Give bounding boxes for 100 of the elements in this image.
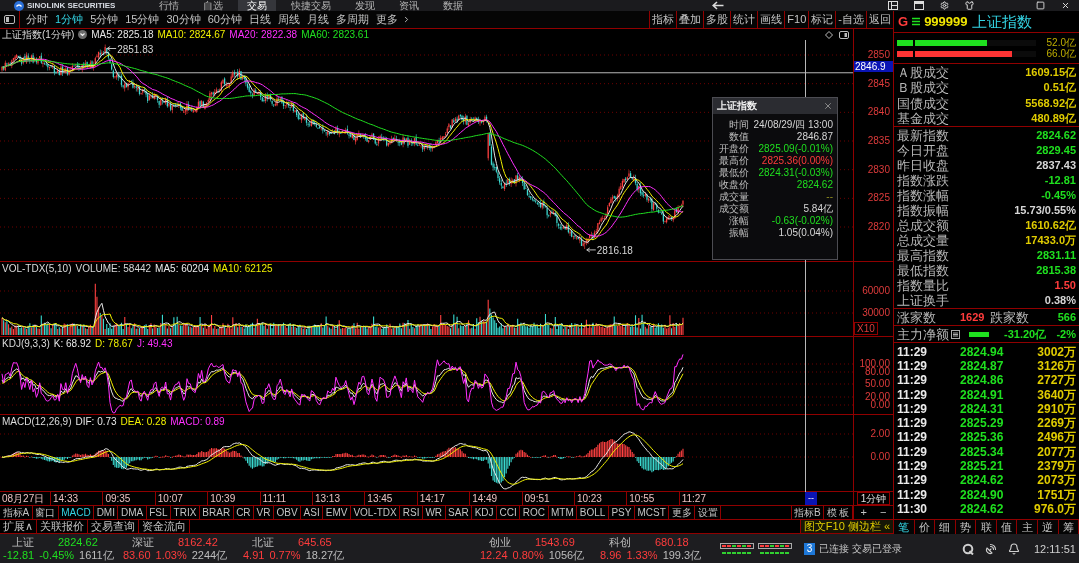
period-tab[interactable]: 更多 [373,12,401,27]
zoom-button[interactable]: + [857,506,870,519]
indicator-tab[interactable]: DMA [118,506,147,519]
menu-tab[interactable]: 资讯 [390,0,428,11]
tick-volume: 1751万 [1037,488,1076,502]
panel-tab[interactable]: 值 [996,520,1018,534]
indicator-tab[interactable]: PSY [608,506,635,519]
bell-icon[interactable] [1008,542,1020,555]
menu-tab[interactable]: 自选 [194,0,232,11]
toolbar-button[interactable]: 统计 [730,11,758,28]
window-icon[interactable] [914,1,924,10]
indicator-tab[interactable]: ROC [520,506,549,519]
panel-tab[interactable]: 筹 [1058,520,1079,534]
panel-tab[interactable]: 逆 [1037,520,1059,534]
layout-icon[interactable] [888,1,898,10]
indicator-tab[interactable]: 指标B [791,506,825,519]
zoom-button[interactable]: − [877,506,890,519]
indicator-reading: MACD: 0.89 [170,415,225,427]
satellite-dish-icon[interactable] [985,542,997,555]
period-tab[interactable]: 15分钟 [122,12,163,27]
period-tab[interactable]: 分时 [23,12,51,27]
indicator-tab[interactable]: 设置 [695,506,722,519]
function-tab[interactable]: 扩展∧ [0,520,38,533]
panel-tab[interactable]: 主 [1017,520,1038,534]
close-icon[interactable] [1061,1,1070,10]
stat-value: 2829.45 [1036,144,1076,157]
q-icon[interactable] [962,542,974,555]
panel-tab[interactable]: 价 [914,520,936,534]
dropdown-icon[interactable] [78,30,88,39]
indicator-tab[interactable]: MCST [634,506,670,519]
toolbar-button[interactable]: 叠加 [676,11,704,28]
indicator-tab[interactable]: SAR [445,506,473,519]
axis-label: 2820 [867,223,890,231]
indicator-tab[interactable]: DMI [94,506,119,519]
indicator-tab[interactable]: 指标A [0,506,33,519]
index-change-percent: -0.45% [39,549,75,561]
tick-time: 11:29 [897,417,929,431]
indicator-tab[interactable]: ASI [301,506,324,519]
period-tab[interactable]: 30分钟 [163,12,204,27]
indicator-tab[interactable]: BRAR [199,506,234,519]
toolbar-button[interactable]: -自选 [835,11,866,28]
indicator-tab[interactable]: VR [254,506,274,519]
settings-icon[interactable] [940,1,949,10]
indicator-tab[interactable]: 更多 [669,506,696,519]
time-label: 14:49 [472,493,498,504]
indicator-tab[interactable]: CR [233,506,255,519]
panel-tab[interactable]: 笔 [894,520,915,534]
indicator-tab[interactable]: 窗口 [32,506,59,519]
diamond-icon[interactable] [825,30,833,39]
field-label: 最高价 [719,155,749,167]
indicator-tab[interactable]: RSI [400,506,423,519]
indicator-tab[interactable]: WR [422,506,446,519]
indicator-tab[interactable]: VOL-TDX [350,506,401,519]
toolbar-button[interactable]: 画线 [757,11,785,28]
list-icon[interactable] [951,329,960,339]
maximize-icon[interactable] [1036,1,1045,10]
period-tab[interactable]: 1分钟 [52,12,87,27]
menu-tab[interactable]: 数据 [434,0,472,11]
tick-time: 11:29 [897,445,929,459]
indicator-tab[interactable]: MTM [548,506,578,519]
menu-tab[interactable]: 快捷交易 [282,0,340,11]
period-tab[interactable]: 日线 [246,12,274,27]
indicator-tab[interactable]: OBV [274,506,302,519]
indicator-tab[interactable]: 模 板 [824,506,853,519]
chevron-right-icon[interactable] [402,15,411,24]
indicator-tab[interactable]: FSL [146,506,172,519]
period-tab[interactable]: 多周期 [333,12,372,27]
indicator-tab[interactable]: EMV [323,506,351,519]
brand-name: SINOLINK SECURITIES [27,1,116,10]
function-tab[interactable]: 关联报价 [37,520,89,533]
menu-tab[interactable]: 交易 [238,0,276,11]
back-arrow-icon[interactable] [712,1,724,10]
chart-title: 上证指数(1分钟) [2,29,75,40]
menu-icon[interactable] [912,17,921,26]
indicator-tab[interactable]: KDJ [472,506,498,519]
period-tab[interactable]: 60分钟 [204,12,245,27]
toolbar-button[interactable]: 指标 [649,11,677,28]
panel-tab[interactable]: 联 [976,520,997,534]
clock: 12:11:51 [1034,542,1076,555]
toolbar-button[interactable]: 标记 [808,11,836,28]
tshirt-icon[interactable] [965,1,974,10]
menu-tab[interactable]: 行情 [150,0,188,11]
panel-toggle-icon[interactable] [839,30,849,39]
menu-tab[interactable]: 发现 [346,0,384,11]
period-tab[interactable]: 月线 [304,12,332,27]
toolbar-button[interactable]: 多股 [703,11,731,28]
function-tab[interactable]: 资金流向 [139,520,191,533]
indicator-tab[interactable]: BOLL [577,506,609,519]
period-tab[interactable]: 周线 [275,12,303,27]
function-tab[interactable]: 交易查询 [88,520,140,533]
indicator-tab[interactable]: MACD [58,506,95,519]
panel-tab[interactable]: 细 [935,520,956,534]
period-tab[interactable]: 5分钟 [87,12,122,27]
panel-tab[interactable]: 势 [955,520,977,534]
indicator-tab[interactable]: TRIX [171,506,200,519]
sidebar-toggle-icon[interactable] [4,15,15,24]
sidebar-button[interactable]: 图文F10 侧边栏 « [799,520,893,533]
indicator-tab[interactable]: CCI [497,506,521,519]
toolbar-button[interactable]: 返回 [866,11,893,28]
toolbar-button[interactable]: F10 [784,11,809,28]
